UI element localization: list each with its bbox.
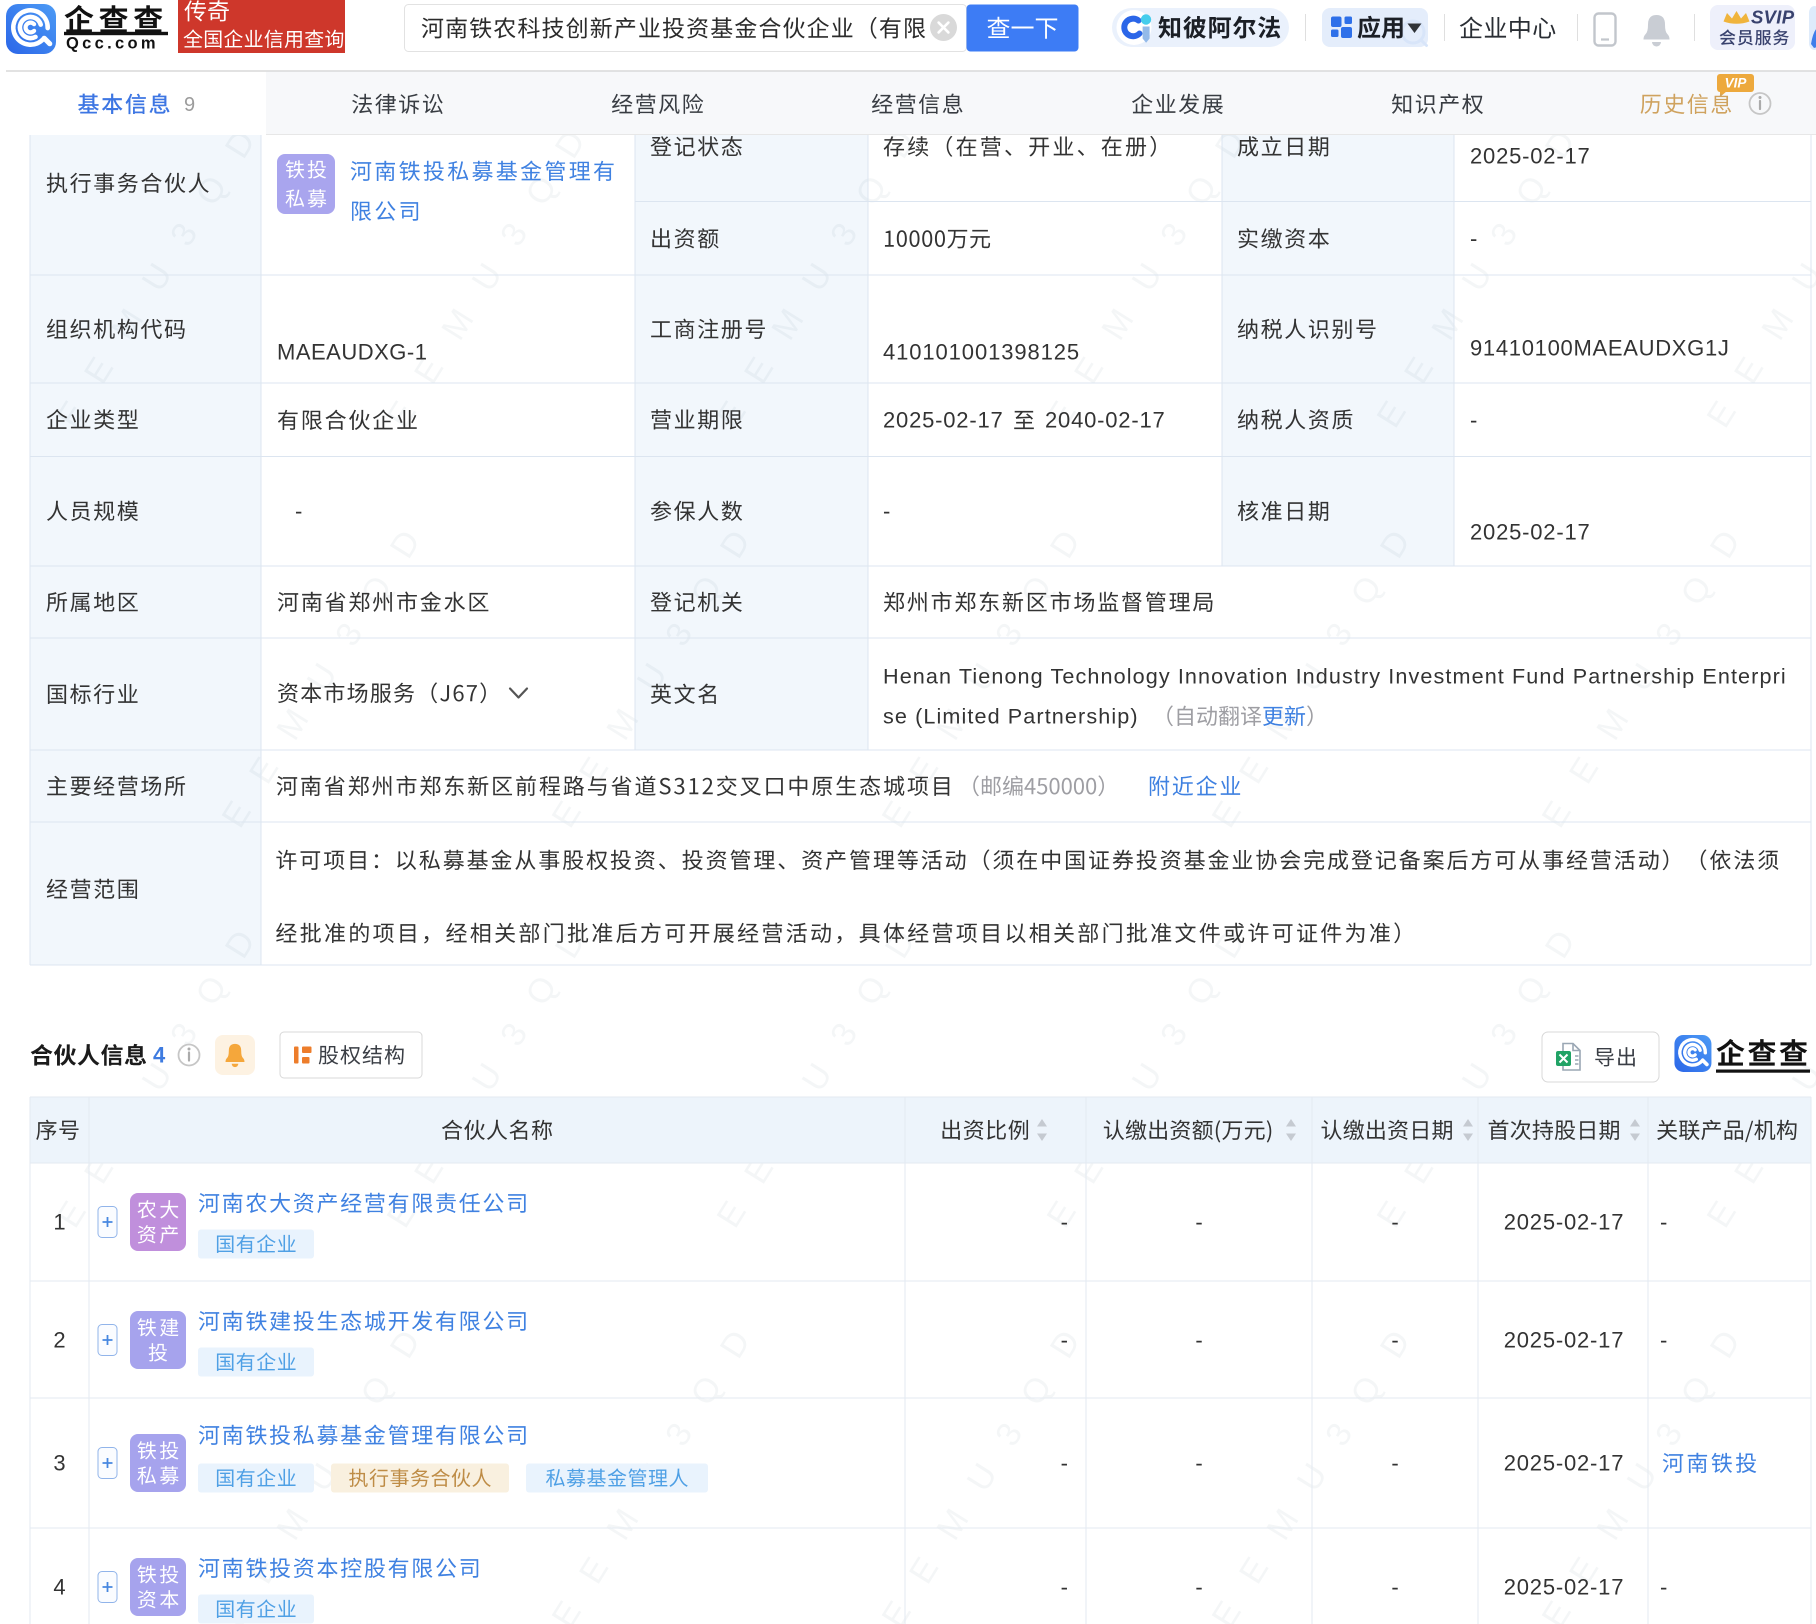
svg-text:-: -	[1061, 1210, 1068, 1235]
svg-text:2040-02-17: 2040-02-17	[1045, 408, 1166, 433]
svg-text:Henan Tienong Technology Innov: Henan Tienong Technology Innovation Indu…	[883, 664, 1787, 689]
svg-text:410101001398125: 410101001398125	[883, 340, 1080, 365]
svg-text:-: -	[1195, 1328, 1202, 1353]
svg-text:-: -	[295, 499, 302, 524]
svg-text:-: -	[1470, 408, 1477, 433]
svg-text:-: -	[1195, 1210, 1202, 1235]
svg-text:-: -	[1195, 1451, 1202, 1476]
svg-text:SVIP: SVIP	[1751, 6, 1795, 27]
svg-text:2025-02-17: 2025-02-17	[1504, 1210, 1625, 1235]
svg-text:MAEAUDXG-1: MAEAUDXG-1	[277, 340, 427, 365]
svg-text:2025-02-17: 2025-02-17	[883, 408, 1004, 433]
svg-text:Qcc.com: Qcc.com	[66, 35, 159, 53]
svg-text:-: -	[1061, 1328, 1068, 1353]
svg-text:4: 4	[53, 1575, 65, 1600]
svg-text:-: -	[1195, 1575, 1202, 1600]
svg-text:2025-02-17: 2025-02-17	[1470, 144, 1591, 169]
svg-text:-: -	[1061, 1451, 1068, 1476]
svg-text:-: -	[1391, 1575, 1398, 1600]
svg-text:2025-02-17: 2025-02-17	[1504, 1575, 1625, 1600]
svg-text:1: 1	[53, 1210, 65, 1235]
svg-text:3: 3	[53, 1451, 65, 1476]
svg-text:91410100MAEAUDXG1J: 91410100MAEAUDXG1J	[1470, 336, 1730, 361]
svg-text:-: -	[1391, 1451, 1398, 1476]
svg-text:2025-02-17: 2025-02-17	[1504, 1451, 1625, 1476]
svg-text:-: -	[1470, 226, 1477, 251]
svg-text:2: 2	[53, 1328, 65, 1353]
svg-text:-: -	[1061, 1575, 1068, 1600]
svg-text:-: -	[1391, 1210, 1398, 1235]
svg-text:VIP: VIP	[1725, 76, 1748, 91]
svg-text:-: -	[1660, 1328, 1667, 1353]
svg-text:9: 9	[184, 94, 195, 116]
svg-text:4: 4	[153, 1043, 166, 1068]
svg-text:-: -	[1660, 1210, 1667, 1235]
svg-text:-: -	[883, 499, 890, 524]
svg-text:-: -	[1660, 1575, 1667, 1600]
svg-text:se (Limited Partnership): se (Limited Partnership)	[883, 704, 1139, 729]
svg-text:2025-02-17: 2025-02-17	[1470, 520, 1591, 545]
svg-text:-: -	[1391, 1328, 1398, 1353]
svg-text:2025-02-17: 2025-02-17	[1504, 1328, 1625, 1353]
